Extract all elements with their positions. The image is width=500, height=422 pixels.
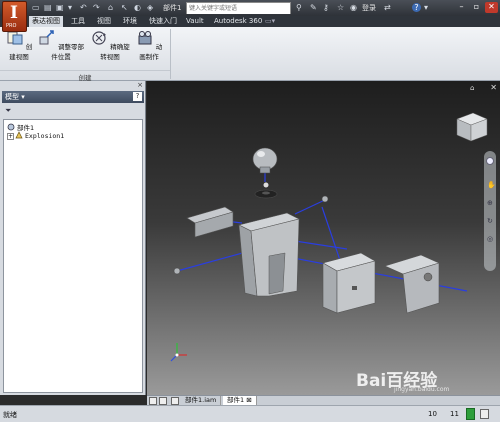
model-browser: × 模型 ▾ ? ⏷ 部件1 + Explosion1 bbox=[0, 81, 146, 395]
box-part bbox=[322, 252, 376, 314]
dropdown-icon[interactable]: ▾ bbox=[68, 3, 77, 12]
open-icon[interactable]: ▤ bbox=[44, 3, 53, 12]
tree-node-explosion[interactable]: + Explosion1 bbox=[7, 131, 64, 140]
search-box[interactable] bbox=[186, 2, 291, 14]
main-bracket-part bbox=[238, 212, 300, 297]
create-view-button[interactable]: 创建视图 bbox=[3, 29, 35, 61]
new-file-icon[interactable]: ▭ bbox=[32, 3, 41, 12]
wrench-icon[interactable]: ✎ bbox=[310, 3, 317, 12]
watermark-url: jingyan.baidu.com bbox=[394, 386, 450, 393]
tab-view[interactable]: 视图 bbox=[94, 16, 114, 27]
home-icon[interactable]: ⌂ bbox=[108, 3, 117, 12]
doc-tab-label: 部件1 bbox=[227, 396, 245, 404]
axis-triad bbox=[170, 343, 187, 362]
tweak-components-button[interactable]: 调整零部件位置 bbox=[36, 29, 86, 61]
browser-close-button[interactable]: × bbox=[137, 81, 143, 89]
tweak-components-label: 调整零部件位置 bbox=[51, 43, 85, 61]
appearance-icon[interactable]: ◈ bbox=[147, 3, 156, 12]
ribbon-options-icon[interactable]: ▭▾ bbox=[262, 16, 278, 27]
help-dropdown-icon[interactable]: ▾ bbox=[424, 3, 428, 12]
browser-header: 模型 ▾ ? bbox=[2, 91, 144, 103]
trail-line bbox=[294, 198, 328, 215]
status-indicator bbox=[466, 408, 475, 420]
app-logo: I bbox=[10, 3, 18, 23]
material-icon[interactable]: ◐ bbox=[134, 3, 143, 12]
zoom-icon[interactable]: ⊕ bbox=[487, 199, 493, 207]
minimize-button[interactable]: – bbox=[455, 2, 468, 13]
nut-part bbox=[254, 182, 278, 199]
window-controls: – ▫ ✕ bbox=[455, 2, 498, 13]
pan-icon[interactable]: ✋ bbox=[487, 181, 496, 189]
assembly-icon bbox=[7, 123, 15, 131]
browser-tree: 部件1 + Explosion1 bbox=[3, 119, 143, 393]
redo-icon[interactable]: ↷ bbox=[93, 3, 102, 12]
precise-rotate-icon bbox=[92, 31, 107, 45]
status-text: 就绪 bbox=[3, 411, 17, 419]
ribbon-separator bbox=[170, 29, 171, 79]
doc-tab-close-icon[interactable]: ⊠ bbox=[246, 396, 251, 404]
left-bracket-part bbox=[186, 206, 234, 238]
tweak-components-icon bbox=[39, 30, 54, 45]
look-at-icon[interactable]: ◎ bbox=[487, 235, 493, 243]
graphics-viewport[interactable]: ✕ ⌂ ✋ ⊕ ↻ ◎ bbox=[147, 81, 500, 395]
star-icon[interactable]: ☆ bbox=[337, 3, 344, 12]
orbit-icon[interactable]: ↻ bbox=[487, 217, 493, 225]
save-icon[interactable]: ▣ bbox=[56, 3, 65, 12]
browser-title-dropdown[interactable]: 模型 ▾ bbox=[5, 92, 25, 102]
login-link[interactable]: 登录 bbox=[362, 3, 376, 13]
animate-button[interactable]: 动画制作 bbox=[133, 29, 165, 61]
close-button[interactable]: ✕ bbox=[485, 2, 498, 13]
dome-part bbox=[252, 147, 278, 174]
exchange-icon[interactable]: ⇄ bbox=[384, 3, 391, 12]
status-icon[interactable] bbox=[480, 409, 489, 419]
tab-environment[interactable]: 环境 bbox=[120, 16, 140, 27]
select-icon[interactable]: ↖ bbox=[121, 3, 130, 12]
tab-presentation[interactable]: 表达视图 bbox=[29, 16, 63, 27]
app-edition-label: PRO bbox=[6, 23, 17, 29]
steering-wheel-icon[interactable] bbox=[486, 157, 494, 165]
filter-icon[interactable]: ⏷ bbox=[5, 106, 11, 116]
tree-expander[interactable]: + bbox=[7, 133, 14, 140]
document-tab-bar: 部件1.iam 部件1 ⊠ bbox=[147, 395, 500, 406]
tab-tools[interactable]: 工具 bbox=[68, 16, 88, 27]
status-count-b: 11 bbox=[450, 410, 459, 418]
undo-icon[interactable]: ↶ bbox=[80, 3, 89, 12]
right-bracket-part bbox=[384, 254, 440, 314]
explosion-icon bbox=[15, 131, 23, 139]
status-count-a: 10 bbox=[428, 410, 437, 418]
exploded-assembly: ⌂ bbox=[170, 84, 488, 362]
maximize-button[interactable]: ▫ bbox=[470, 2, 483, 13]
title-bar: ▭ ▤ ▣ ▾ ↶ ↷ ⌂ ↖ ◐ ◈ 部件1 ⚲ ✎ ⚷ ☆ ◉ 登录 ⇄ ?… bbox=[0, 0, 500, 16]
tile-windows-icon[interactable] bbox=[149, 397, 157, 405]
screw-part bbox=[173, 267, 181, 275]
tab-getting-started[interactable]: 快速入门 bbox=[146, 16, 180, 27]
tab-menu-icon[interactable] bbox=[171, 397, 179, 405]
ribbon-tabs: 表达视图 工具 视图 环境 快速入门 Vault Autodesk 360 ▭▾ bbox=[0, 16, 500, 27]
precise-rotate-button[interactable]: 精确旋转视图 bbox=[88, 29, 132, 61]
screw-part bbox=[321, 195, 329, 203]
view-cube-icon: ⌂ bbox=[456, 84, 488, 142]
status-bar: 就绪 10 11 bbox=[0, 405, 500, 422]
key-icon[interactable]: ⚷ bbox=[323, 3, 329, 12]
application-menu-button[interactable]: I PRO bbox=[2, 1, 27, 32]
ribbon-panel: 创建视图 调整零部件位置 精确旋转视图 动画制作 创建 bbox=[0, 27, 500, 82]
binoculars-icon[interactable]: ⚲ bbox=[296, 3, 302, 12]
svg-text:⌂: ⌂ bbox=[470, 84, 474, 92]
document-title: 部件1 bbox=[163, 4, 182, 12]
cascade-windows-icon[interactable] bbox=[159, 397, 167, 405]
tab-autodesk-360[interactable]: Autodesk 360 bbox=[211, 16, 265, 27]
help-icon[interactable]: ? bbox=[412, 3, 421, 12]
navigation-bar[interactable]: ✋ ⊕ ↻ ◎ bbox=[484, 151, 496, 271]
animate-icon bbox=[138, 31, 152, 45]
tree-node-label: Explosion1 bbox=[25, 132, 65, 140]
browser-help-button[interactable]: ? bbox=[133, 92, 142, 101]
search-input[interactable] bbox=[187, 3, 290, 14]
user-icon[interactable]: ◉ bbox=[350, 3, 357, 12]
browser-title: 模型 bbox=[5, 93, 19, 101]
tab-vault[interactable]: Vault bbox=[183, 16, 207, 27]
